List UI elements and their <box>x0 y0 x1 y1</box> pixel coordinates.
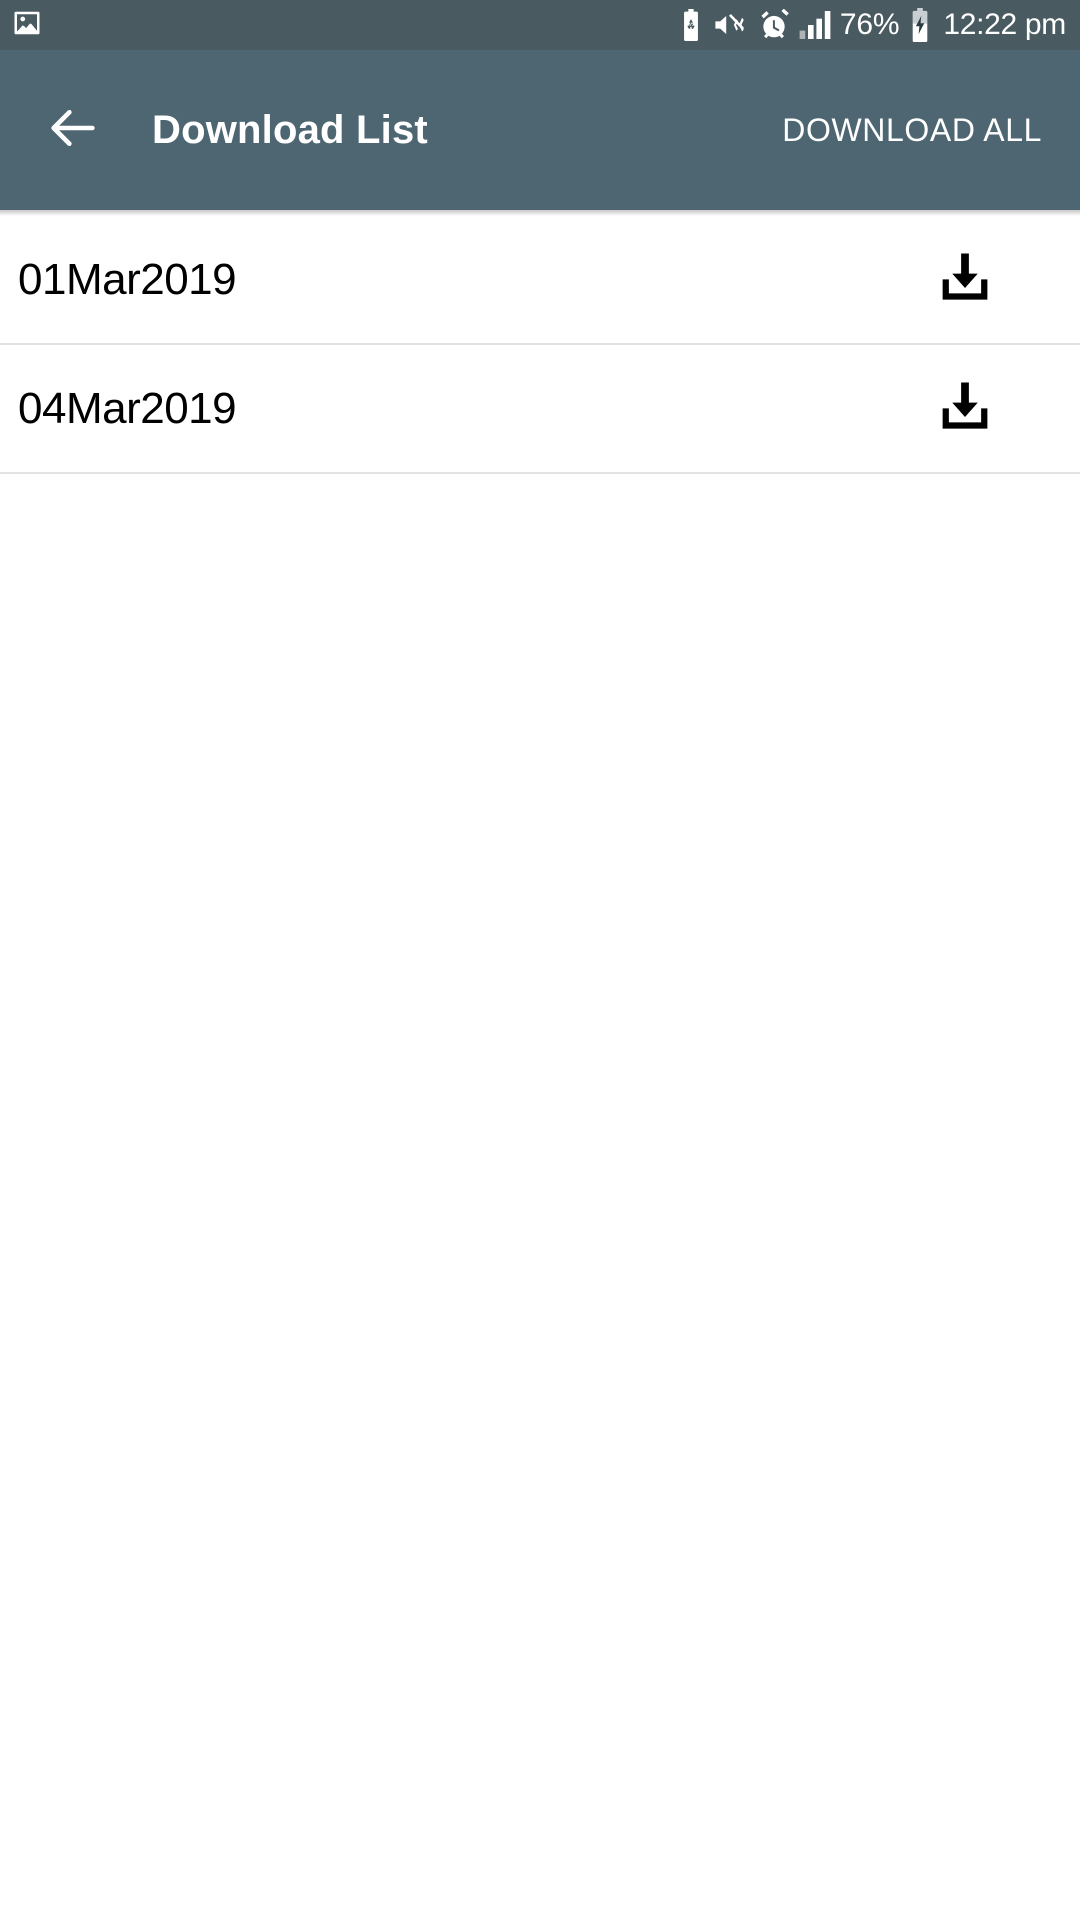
download-button[interactable] <box>930 245 1000 315</box>
download-list: 01Mar2019 04Mar2019 <box>0 216 1080 474</box>
power-saving-icon <box>678 9 704 41</box>
download-icon <box>935 247 995 312</box>
screen-download-list: 76% 12:22 pm Download List DOWNLOAD ALL <box>0 0 1080 1920</box>
battery-percent-label: 76% <box>839 8 900 41</box>
table-row[interactable]: 04Mar2019 <box>0 345 1080 472</box>
download-button[interactable] <box>930 374 1000 444</box>
app-bar: Download List DOWNLOAD ALL <box>0 50 1080 210</box>
arrow-left-icon <box>44 99 102 162</box>
list-item-label: 04Mar2019 <box>18 383 237 433</box>
status-bar: 76% 12:22 pm <box>0 0 1080 50</box>
table-row[interactable]: 01Mar2019 <box>0 216 1080 343</box>
back-button[interactable] <box>36 93 110 167</box>
download-icon <box>935 376 995 441</box>
download-all-button[interactable]: DOWNLOAD ALL <box>774 98 1050 163</box>
status-bar-clock: 12:22 pm <box>943 8 1066 41</box>
sound-off-vibrate-icon <box>713 10 749 40</box>
page-title: Download List <box>152 107 428 152</box>
alarm-icon <box>758 9 790 41</box>
gallery-icon <box>12 8 42 43</box>
battery-charging-icon <box>908 8 932 42</box>
empty-list-area <box>0 474 1080 1920</box>
status-bar-notifications <box>12 8 42 43</box>
status-bar-system: 76% 12:22 pm <box>678 8 1066 42</box>
signal-bars-icon <box>799 11 831 39</box>
list-item-label: 01Mar2019 <box>18 254 237 304</box>
